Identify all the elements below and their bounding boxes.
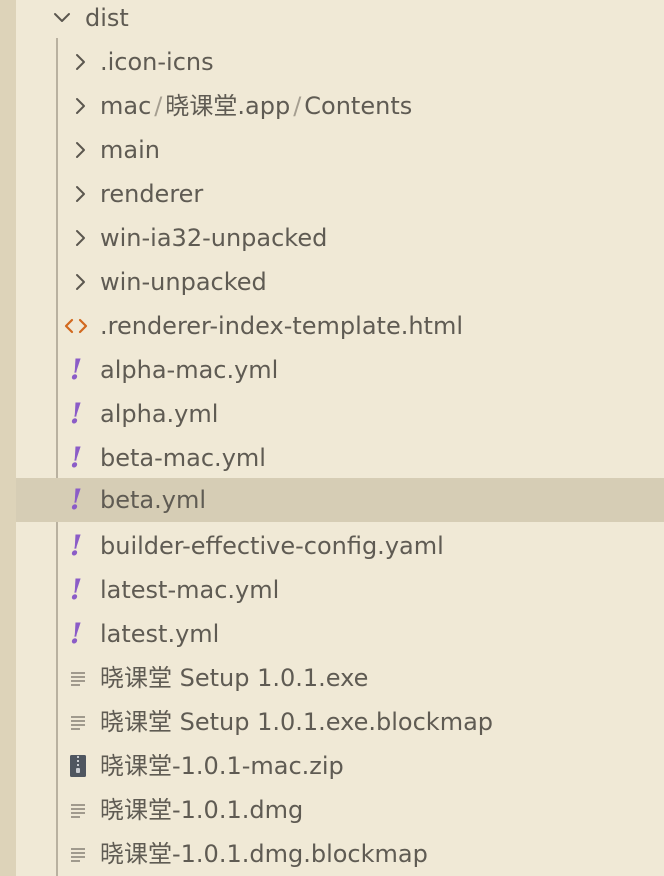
activity-bar-edge <box>0 0 16 876</box>
path-separator: / <box>293 92 302 120</box>
file-label: latest-mac.yml <box>100 576 280 604</box>
chevron-down-icon <box>50 0 74 40</box>
file-beta-yml[interactable]: ! beta.yml <box>16 478 664 522</box>
file-alpha-mac-yml[interactable]: ! alpha-mac.yml <box>16 348 664 392</box>
file-renderer-index-template-html[interactable]: .renderer-index-template.html <box>16 304 664 348</box>
file-mac-zip[interactable]: 晓课堂-1.0.1-mac.zip <box>16 744 664 788</box>
file-label: .renderer-index-template.html <box>100 312 463 340</box>
folder-renderer[interactable]: renderer <box>16 172 664 216</box>
file-label: 晓课堂-1.0.1-mac.zip <box>100 752 344 780</box>
text-lines-icon <box>66 832 90 876</box>
file-latest-mac-yml[interactable]: ! latest-mac.yml <box>16 568 664 612</box>
folder-label: dist <box>85 4 129 32</box>
yaml-exclamation-icon: ! <box>69 573 83 606</box>
file-explorer-tree: dist .icon-icns mac / 晓课堂.app / Contents mai… <box>16 0 664 876</box>
file-label: alpha-mac.yml <box>100 356 279 384</box>
file-label: alpha.yml <box>100 400 219 428</box>
file-label: beta-mac.yml <box>100 444 266 472</box>
file-label: 晓课堂 Setup 1.0.1.exe.blockmap <box>100 708 494 736</box>
chevron-right-icon <box>68 216 92 260</box>
folder-label: main <box>100 136 160 164</box>
path-segment-contents[interactable]: Contents <box>304 92 412 120</box>
text-lines-icon <box>66 700 90 744</box>
chevron-right-icon <box>68 40 92 84</box>
text-lines-icon <box>66 788 90 832</box>
file-label: beta.yml <box>100 486 206 514</box>
path-segment-app[interactable]: 晓课堂.app <box>165 92 290 120</box>
file-label: 晓课堂-1.0.1.dmg <box>100 796 304 824</box>
file-setup-exe[interactable]: 晓课堂 Setup 1.0.1.exe <box>16 656 664 700</box>
chevron-right-icon <box>68 128 92 172</box>
file-alpha-yml[interactable]: ! alpha.yml <box>16 392 664 436</box>
folder-mac-compact[interactable]: mac / 晓课堂.app / Contents <box>16 84 664 128</box>
folder-dist[interactable]: dist <box>16 0 664 40</box>
file-dmg-blockmap[interactable]: 晓课堂-1.0.1.dmg.blockmap <box>16 832 664 876</box>
yaml-exclamation-icon: ! <box>69 397 83 430</box>
file-label: latest.yml <box>100 620 220 648</box>
compact-folder-path: mac / 晓课堂.app / Contents <box>100 84 412 128</box>
folder-win-unpacked[interactable]: win-unpacked <box>16 260 664 304</box>
folder-main[interactable]: main <box>16 128 664 172</box>
chevron-right-icon <box>68 172 92 216</box>
folder-label: win-ia32-unpacked <box>100 224 328 252</box>
zip-archive-icon <box>66 744 90 788</box>
file-builder-effective-config-yaml[interactable]: ! builder-effective-config.yaml <box>16 524 664 568</box>
folder-label: renderer <box>100 180 204 208</box>
file-label: 晓课堂 Setup 1.0.1.exe <box>100 664 369 692</box>
file-dmg[interactable]: 晓课堂-1.0.1.dmg <box>16 788 664 832</box>
html-code-icon <box>64 304 88 348</box>
file-beta-mac-yml[interactable]: ! beta-mac.yml <box>16 436 664 480</box>
yaml-exclamation-icon: ! <box>69 529 83 562</box>
folder-label: win-unpacked <box>100 268 267 296</box>
yaml-exclamation-icon: ! <box>69 617 83 650</box>
chevron-right-icon <box>68 84 92 128</box>
folder-icon-icns[interactable]: .icon-icns <box>16 40 664 84</box>
file-setup-exe-blockmap[interactable]: 晓课堂 Setup 1.0.1.exe.blockmap <box>16 700 664 744</box>
text-lines-icon <box>66 656 90 700</box>
path-separator: / <box>154 92 163 120</box>
file-latest-yml[interactable]: ! latest.yml <box>16 612 664 656</box>
folder-label: .icon-icns <box>100 48 214 76</box>
chevron-right-icon <box>68 260 92 304</box>
path-segment-mac[interactable]: mac <box>100 92 151 120</box>
file-label: 晓课堂-1.0.1.dmg.blockmap <box>100 840 428 868</box>
yaml-exclamation-icon: ! <box>69 353 83 386</box>
file-label: builder-effective-config.yaml <box>100 532 444 560</box>
folder-win-ia32-unpacked[interactable]: win-ia32-unpacked <box>16 216 664 260</box>
yaml-exclamation-icon: ! <box>69 483 83 516</box>
yaml-exclamation-icon: ! <box>69 441 83 474</box>
